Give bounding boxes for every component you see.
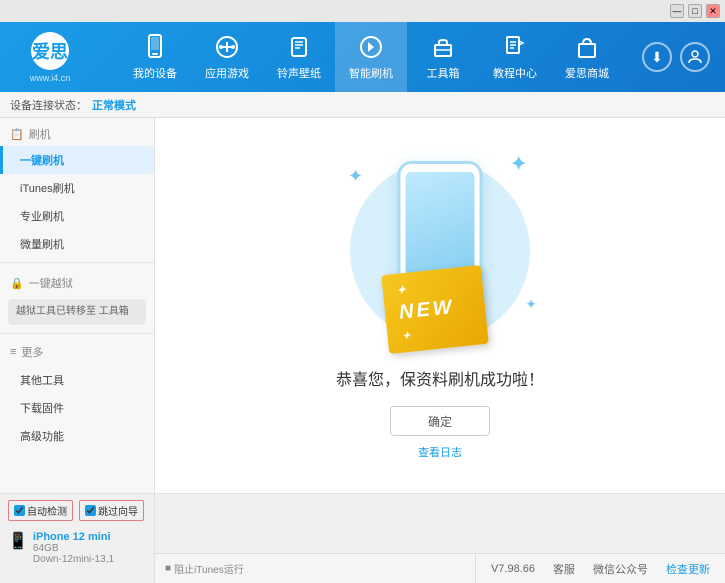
skip-wizard-checkbox[interactable] bbox=[85, 505, 96, 516]
device-name: iPhone 12 mini bbox=[33, 531, 114, 543]
app-game-icon bbox=[213, 33, 241, 61]
close-button[interactable]: ✕ bbox=[706, 4, 720, 18]
pro-flash-label: 专业刷机 bbox=[20, 211, 64, 223]
nav-ringtone[interactable]: 铃声壁纸 bbox=[263, 22, 335, 92]
sparkle-2: ✦ bbox=[510, 151, 528, 177]
logo-subtitle: www.i4.cn bbox=[30, 73, 71, 83]
service-link[interactable]: 客服 bbox=[553, 561, 575, 577]
nav-toolbox[interactable]: 工具箱 bbox=[407, 22, 479, 92]
sidebar-item-pro-flash[interactable]: 专业刷机 bbox=[0, 202, 154, 230]
toolbox-icon bbox=[429, 33, 457, 61]
sidebar-item-one-key-flash[interactable]: 一键刷机 bbox=[0, 146, 154, 174]
sidebar-flash-title: 📋 刷机 bbox=[0, 118, 154, 146]
wechat-link[interactable]: 微信公众号 bbox=[593, 561, 648, 577]
tutorial-icon bbox=[501, 33, 529, 61]
more-title-icon: ≡ bbox=[10, 346, 16, 358]
minimize-button[interactable]: — bbox=[670, 4, 684, 18]
confirm-button[interactable]: 确定 bbox=[390, 406, 490, 436]
confirm-button-label: 确定 bbox=[428, 413, 452, 430]
sparkle-1: ✦ bbox=[348, 166, 363, 187]
checkboxes-row: 自动检测 跳过向导 bbox=[8, 500, 146, 521]
skip-wizard-label: 跳过向导 bbox=[98, 503, 138, 518]
main-layout: 📋 刷机 一键刷机 iTunes刷机 专业刷机 微量刷机 🔒 一键越狱 越狱工具… bbox=[0, 118, 725, 493]
auto-detect-checkbox-group: 自动检测 bbox=[8, 500, 73, 521]
my-device-icon bbox=[141, 33, 169, 61]
sidebar: 📋 刷机 一键刷机 iTunes刷机 专业刷机 微量刷机 🔒 一键越狱 越狱工具… bbox=[0, 118, 155, 493]
itunes-flash-label: iTunes刷机 bbox=[20, 183, 75, 195]
sidebar-item-advanced[interactable]: 高级功能 bbox=[0, 422, 154, 450]
ringtone-icon bbox=[285, 33, 313, 61]
nav-app-game[interactable]: 应用游戏 bbox=[191, 22, 263, 92]
content-area: ✦ ✦ ✦ ✦ NEW ✦ 恭喜您，保资料刷机成功啦！ 确定 查看日志 bbox=[155, 118, 725, 493]
itunes-status-text: 阻止iTunes运行 bbox=[174, 561, 244, 576]
status-bar: 设备连接状态： 正常模式 bbox=[0, 92, 725, 118]
title-bar: — □ ✕ bbox=[0, 0, 725, 22]
sidebar-item-other-tools[interactable]: 其他工具 bbox=[0, 366, 154, 394]
nav-tutorial[interactable]: 教程中心 bbox=[479, 22, 551, 92]
nav-my-device[interactable]: 我的设备 bbox=[119, 22, 191, 92]
jailbreak-title-icon: 🔒 bbox=[10, 277, 24, 290]
status-label: 设备连接状态： bbox=[10, 97, 87, 113]
logo-icon: 爱思 bbox=[31, 32, 69, 70]
micro-flash-label: 微量刷机 bbox=[20, 239, 64, 251]
smart-flash-icon bbox=[357, 33, 385, 61]
itunes-status-icon: ■ bbox=[165, 563, 171, 574]
flash-title-icon: 📋 bbox=[10, 128, 24, 141]
nav-store[interactable]: 爱思商城 bbox=[551, 22, 623, 92]
maximize-button[interactable]: □ bbox=[688, 4, 702, 18]
nav-right-actions: ⬇ bbox=[642, 42, 725, 72]
success-text: 恭喜您，保资料刷机成功啦！ bbox=[336, 366, 544, 390]
nav-smart-flash-label: 智能刷机 bbox=[349, 65, 393, 81]
sidebar-jailbreak-title: 🔒 一键越狱 bbox=[0, 267, 154, 295]
device-info: iPhone 12 mini 64GB Down-12mini-13,1 bbox=[33, 529, 114, 567]
device-icon: 📱 bbox=[8, 531, 28, 551]
store-icon bbox=[573, 33, 601, 61]
more-title-text: 更多 bbox=[21, 344, 43, 360]
jailbreak-title-text: 一键越狱 bbox=[29, 275, 73, 291]
one-key-flash-label: 一键刷机 bbox=[20, 155, 64, 167]
nav-bar: 我的设备 应用游戏 bbox=[100, 22, 642, 92]
sidebar-divider-2 bbox=[0, 333, 154, 334]
other-tools-label: 其他工具 bbox=[20, 375, 64, 387]
jailbreak-notice-text: 越狱工具已转移至 工具箱 bbox=[16, 306, 129, 317]
nav-app-game-label: 应用游戏 bbox=[205, 65, 249, 81]
bottom-sidebar: 自动检测 跳过向导 📱 iPhone 12 mini 64GB Down-12m… bbox=[0, 494, 155, 583]
sidebar-more-title: ≡ 更多 bbox=[0, 338, 154, 366]
download-firmware-label: 下载固件 bbox=[20, 403, 64, 415]
user-button[interactable] bbox=[680, 42, 710, 72]
new-badge: ✦ NEW ✦ bbox=[381, 265, 489, 354]
sidebar-item-micro-flash[interactable]: 微量刷机 bbox=[0, 230, 154, 258]
itunes-status: ■ 阻止iTunes运行 bbox=[165, 561, 244, 576]
footer: ■ 阻止iTunes运行 V7.98.66 客服 微信公众号 检查更新 bbox=[155, 553, 725, 583]
auto-detect-checkbox[interactable] bbox=[14, 505, 25, 516]
sparkle-3: ✦ bbox=[525, 296, 537, 313]
nav-ringtone-label: 铃声壁纸 bbox=[277, 65, 321, 81]
download-button[interactable]: ⬇ bbox=[642, 42, 672, 72]
status-mode: 正常模式 bbox=[92, 97, 136, 113]
device-capacity: 64GB bbox=[33, 543, 114, 554]
flash-title-text: 刷机 bbox=[29, 126, 51, 142]
nav-store-label: 爱思商城 bbox=[565, 65, 609, 81]
skip-wizard-checkbox-group: 跳过向导 bbox=[79, 500, 144, 521]
sidebar-jailbreak-notice: 越狱工具已转移至 工具箱 bbox=[8, 299, 146, 325]
bottom-section: 自动检测 跳过向导 📱 iPhone 12 mini 64GB Down-12m… bbox=[0, 493, 725, 583]
header: 爱思 www.i4.cn 我的设备 bbox=[0, 22, 725, 92]
nav-toolbox-label: 工具箱 bbox=[427, 65, 460, 81]
new-badge-text: NEW bbox=[398, 296, 456, 324]
check-update-link[interactable]: 检查更新 bbox=[666, 561, 710, 577]
sidebar-item-download-firmware[interactable]: 下载固件 bbox=[0, 394, 154, 422]
back-log-button[interactable]: 查看日志 bbox=[418, 444, 462, 460]
sidebar-item-itunes-flash[interactable]: iTunes刷机 bbox=[0, 174, 154, 202]
advanced-label: 高级功能 bbox=[20, 431, 64, 443]
nav-my-device-label: 我的设备 bbox=[133, 65, 177, 81]
sidebar-divider-1 bbox=[0, 262, 154, 263]
version-text: V7.98.66 bbox=[491, 563, 535, 575]
auto-detect-label: 自动检测 bbox=[27, 503, 67, 518]
device-block: 📱 iPhone 12 mini 64GB Down-12mini-13,1 bbox=[8, 529, 146, 567]
nav-smart-flash[interactable]: 智能刷机 bbox=[335, 22, 407, 92]
nav-tutorial-label: 教程中心 bbox=[493, 65, 537, 81]
logo-area: 爱思 www.i4.cn bbox=[0, 32, 100, 83]
device-model: Down-12mini-13,1 bbox=[33, 554, 114, 565]
back-log-label: 查看日志 bbox=[418, 447, 462, 459]
